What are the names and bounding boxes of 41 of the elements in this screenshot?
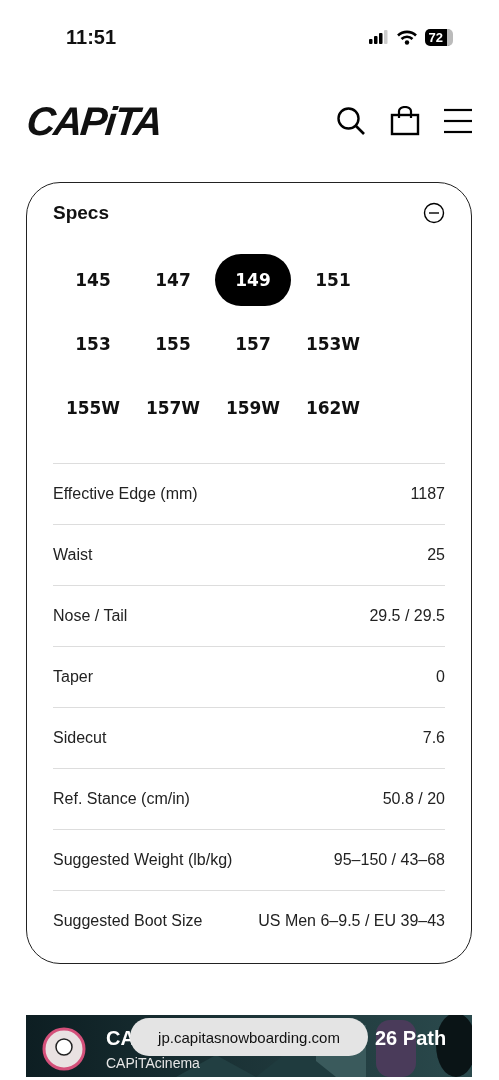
spec-label: Suggested Weight (lb/kg) bbox=[53, 851, 233, 869]
channel-avatar-icon bbox=[42, 1027, 86, 1071]
spec-label: Waist bbox=[53, 546, 93, 564]
channel-name: CAPiTAcinema bbox=[106, 1055, 201, 1071]
battery-level: 72 bbox=[424, 28, 453, 46]
size-option[interactable]: 153 bbox=[55, 318, 131, 370]
menu-icon[interactable] bbox=[444, 108, 472, 134]
size-option[interactable]: 147 bbox=[135, 254, 211, 306]
spec-label: Nose / Tail bbox=[53, 607, 128, 625]
spec-label: Taper bbox=[53, 668, 94, 686]
size-option[interactable]: 157W bbox=[135, 382, 211, 434]
spec-value: 95–150 / 43–68 bbox=[333, 851, 445, 869]
size-option[interactable]: 153W bbox=[295, 318, 371, 370]
size-option[interactable]: 159W bbox=[215, 382, 291, 434]
size-option[interactable]: 155W bbox=[55, 382, 131, 434]
spec-value: 29.5 / 29.5 bbox=[369, 607, 445, 625]
spec-value: 50.8 / 20 bbox=[382, 790, 445, 808]
size-option[interactable]: 145 bbox=[55, 254, 131, 306]
spec-value: 7.6 bbox=[422, 729, 445, 747]
size-option[interactable]: 149 bbox=[215, 254, 291, 306]
spec-label: Sidecut bbox=[53, 729, 107, 747]
size-option[interactable]: 155 bbox=[135, 318, 211, 370]
spec-value: 1187 bbox=[410, 485, 445, 503]
spec-value: 0 bbox=[436, 668, 445, 686]
video-title: 26 Path bbox=[375, 1027, 447, 1050]
search-icon[interactable] bbox=[336, 106, 366, 136]
collapse-icon[interactable] bbox=[423, 202, 445, 224]
size-option[interactable]: 157 bbox=[215, 318, 291, 370]
clock-time: 11:51 bbox=[66, 25, 117, 49]
wifi-icon bbox=[396, 29, 417, 45]
spec-value: 25 bbox=[427, 546, 445, 564]
spec-label: Suggested Boot Size bbox=[53, 912, 203, 930]
spec-value: US Men 6–9.5 / EU 39–43 bbox=[258, 912, 445, 930]
size-option[interactable]: 162W bbox=[295, 382, 371, 434]
brand-logo[interactable]: CAPiTA bbox=[24, 98, 164, 144]
signal-icon bbox=[368, 30, 389, 44]
size-option[interactable]: 151 bbox=[295, 254, 371, 306]
spec-label: Effective Edge (mm) bbox=[53, 485, 198, 503]
section-title: Specs bbox=[53, 202, 109, 224]
spec-label: Ref. Stance (cm/in) bbox=[53, 790, 190, 808]
shopping-bag-icon[interactable] bbox=[390, 106, 420, 136]
